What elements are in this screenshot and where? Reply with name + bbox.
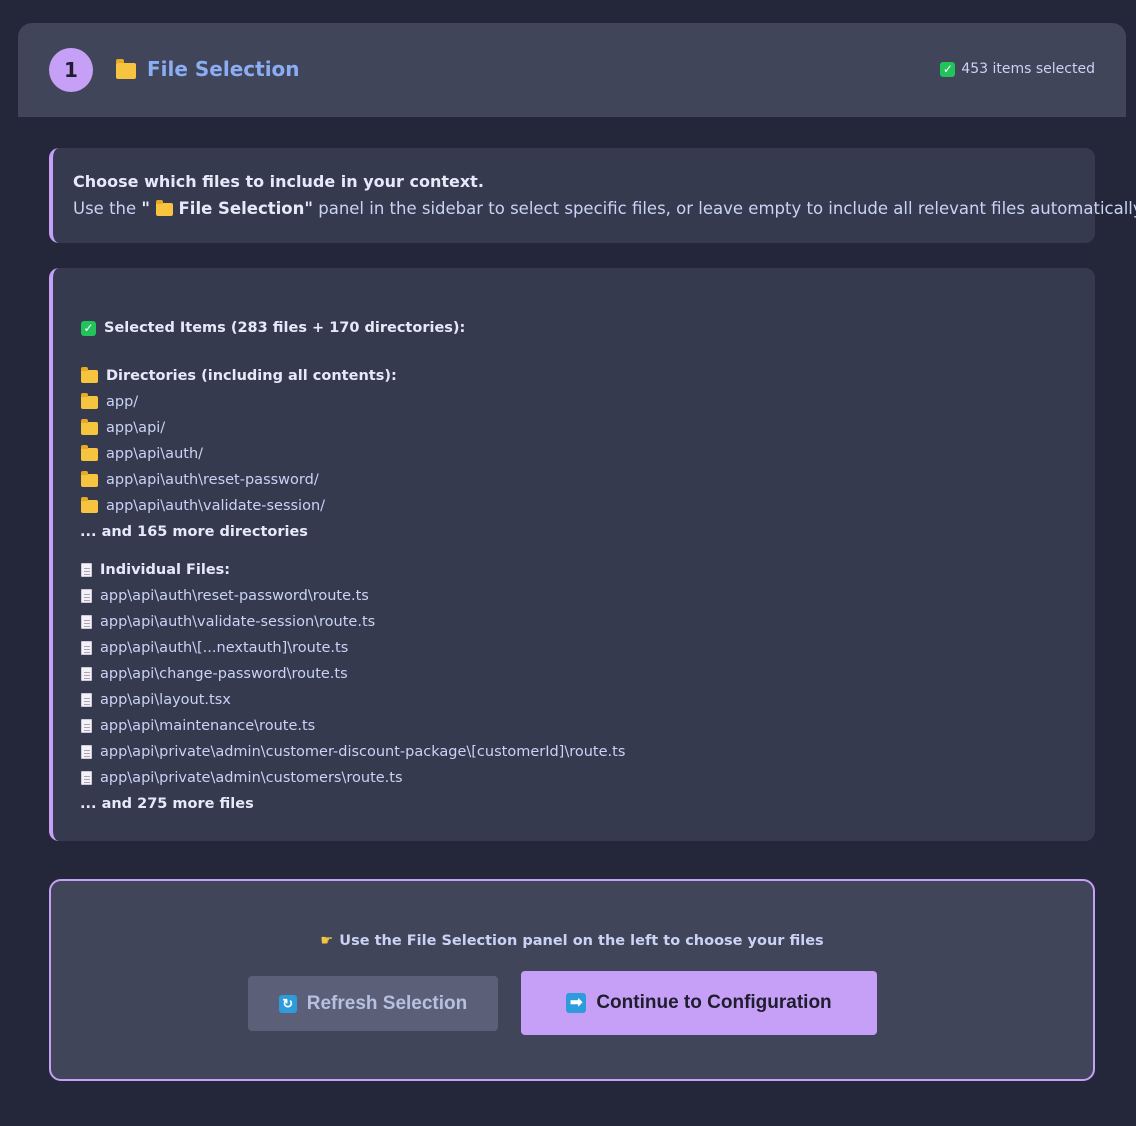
- directory-item: app/: [81, 392, 138, 412]
- quote-open: ": [141, 199, 151, 218]
- document-icon: [81, 693, 92, 707]
- instructions-suffix: panel in the sidebar to select specific …: [312, 199, 1136, 218]
- selected-items-heading: ✓ Selected Items (283 files + 170 direct…: [81, 318, 465, 338]
- directory-path: app\api/: [106, 420, 166, 436]
- document-icon: [81, 641, 92, 655]
- quote-close: ": [304, 199, 313, 218]
- directory-path: app/: [106, 394, 139, 410]
- selected-items-panel: ✓ Selected Items (283 files + 170 direct…: [49, 268, 1095, 841]
- refresh-selection-label: Refresh Selection: [306, 992, 468, 1014]
- directories-heading-text: Directories (including all contents):: [106, 368, 397, 384]
- action-hint-text: Use the File Selection panel on the left…: [339, 933, 824, 949]
- more-directories-note: ... and 165 more directories: [80, 524, 308, 540]
- inline-folder-icon: [150, 199, 179, 218]
- directory-item: app\api/: [81, 418, 165, 438]
- folder-icon: [81, 496, 98, 513]
- file-item: app\api\maintenance\route.ts: [81, 716, 315, 736]
- instructions-prefix: Use the: [73, 199, 142, 218]
- files-heading: Individual Files:: [81, 560, 230, 580]
- file-path: app\api\private\admin\customers\route.ts: [100, 770, 403, 786]
- directory-item: app\api\auth\reset-password/: [81, 470, 319, 490]
- file-path: app\api\maintenance\route.ts: [100, 718, 316, 734]
- folder-icon: [116, 58, 136, 79]
- file-item: app\api\private\admin\customer-discount-…: [81, 742, 625, 762]
- more-files-note: ... and 275 more files: [80, 796, 254, 812]
- document-icon: [81, 589, 92, 603]
- checkmark-icon: ✓: [940, 61, 956, 77]
- document-icon: [81, 667, 92, 681]
- selection-count-text: 453 items selected: [961, 61, 1095, 77]
- files-heading-text: Individual Files:: [100, 562, 231, 578]
- directories-heading: Directories (including all contents):: [81, 366, 397, 386]
- file-item: app\api\auth\[...nextauth]\route.ts: [81, 638, 348, 658]
- file-path: app\api\layout.tsx: [100, 692, 231, 708]
- file-path: app\api\auth\reset-password\route.ts: [100, 588, 369, 604]
- file-path: app\api\auth\[...nextauth]\route.ts: [100, 640, 349, 656]
- step-number-badge: 1: [49, 48, 93, 92]
- directory-item: app\api\auth\validate-session/: [81, 496, 325, 516]
- refresh-selection-button[interactable]: ↻ Refresh Selection: [248, 976, 498, 1031]
- instructions-text: Use the " File Selection" panel in the s…: [73, 199, 1136, 218]
- continue-to-configuration-button[interactable]: ➡ Continue to Configuration: [521, 971, 877, 1035]
- document-icon: [81, 771, 92, 785]
- folder-icon: [81, 366, 98, 383]
- checkmark-icon: ✓: [81, 320, 96, 336]
- step-header: 1 File Selection ✓ 453 items selected: [18, 23, 1126, 117]
- file-item: app\api\auth\validate-session\route.ts: [81, 612, 375, 632]
- file-path: app\api\private\admin\customer-discount-…: [100, 744, 626, 760]
- document-icon: [81, 745, 92, 759]
- action-hint: ☛ Use the File Selection panel on the lef…: [51, 933, 1093, 949]
- folder-icon: [81, 392, 98, 409]
- directory-path: app\api\auth\reset-password/: [106, 472, 319, 488]
- pointing-hand-icon: ☛: [320, 933, 334, 949]
- instructions-callout: Choose which files to include in your co…: [49, 148, 1136, 243]
- file-path: app\api\change-password\route.ts: [100, 666, 348, 682]
- directory-item: app\api\auth/: [81, 444, 203, 464]
- selected-items-heading-text: Selected Items (283 files + 170 director…: [104, 320, 466, 336]
- instructions-title: Choose which files to include in your co…: [73, 172, 484, 191]
- folder-icon: [81, 418, 98, 435]
- file-item: app\api\private\admin\customers\route.ts: [81, 768, 403, 788]
- refresh-icon: ↻: [278, 994, 297, 1013]
- document-icon: [81, 615, 92, 629]
- file-item: app\api\auth\reset-password\route.ts: [81, 586, 369, 606]
- file-path: app\api\auth\validate-session\route.ts: [100, 614, 376, 630]
- file-item: app\api\change-password\route.ts: [81, 664, 348, 684]
- section-title: File Selection: [147, 57, 300, 81]
- document-icon: [81, 563, 92, 577]
- folder-icon: [81, 444, 98, 461]
- selection-status: ✓ 453 items selected: [940, 61, 1095, 77]
- document-icon: [81, 719, 92, 733]
- directory-path: app\api\auth\validate-session/: [106, 498, 326, 514]
- panel-name: File Selection: [178, 199, 305, 218]
- directory-path: app\api\auth/: [106, 446, 204, 462]
- file-item: app\api\layout.tsx: [81, 690, 231, 710]
- action-panel: ☛ Use the File Selection panel on the lef…: [49, 879, 1095, 1081]
- right-arrow-icon: ➡: [566, 993, 587, 1013]
- continue-label: Continue to Configuration: [596, 992, 832, 1013]
- folder-icon: [81, 470, 98, 487]
